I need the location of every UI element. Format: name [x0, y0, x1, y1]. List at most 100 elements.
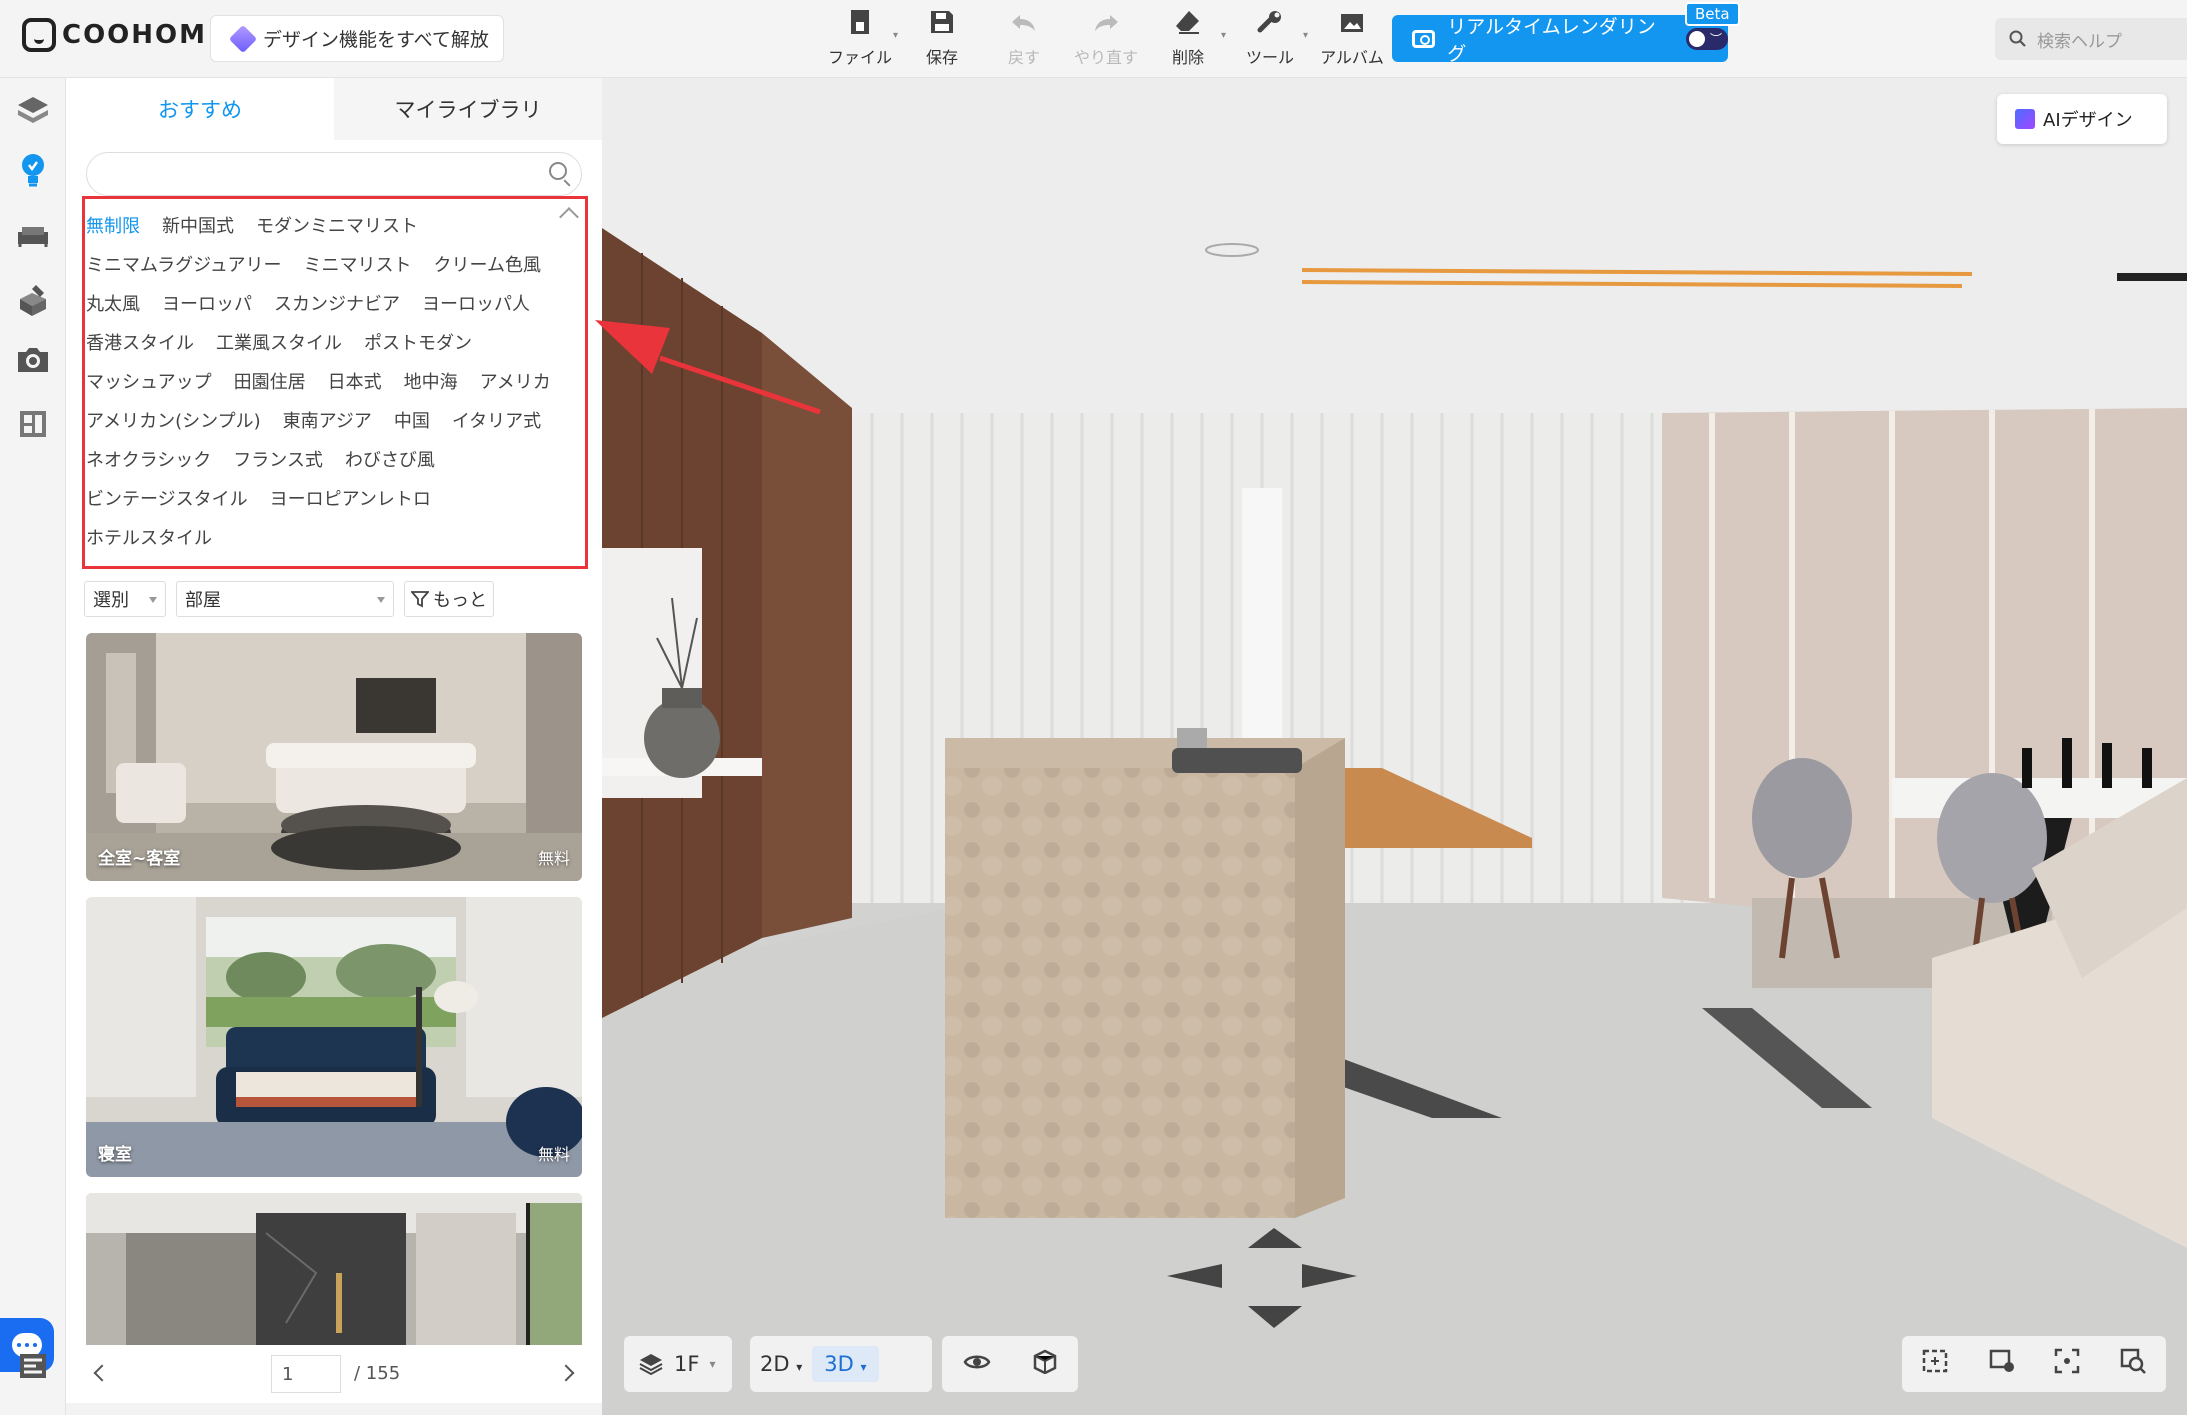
toolbar-album-button[interactable]: アルバム [1312, 8, 1392, 68]
redo-icon [1092, 11, 1120, 42]
undo-icon [1010, 11, 1038, 42]
zoom-search-icon[interactable] [2119, 1347, 2147, 1381]
toolbar-tools-button[interactable]: ツール ▾ [1230, 8, 1310, 68]
unlock-features-label: デザイン機能をすべて解放 [263, 29, 489, 51]
toolbar-save-label: 保存 [925, 48, 958, 67]
help-search-input[interactable]: 検索ヘルプ [1995, 18, 2187, 60]
realtime-render-button[interactable]: リアルタイムレンダリング ︶ [1392, 15, 1728, 65]
file-icon [848, 9, 872, 42]
view-mode-switch: 2D ▾ 3D ▾ [750, 1336, 932, 1392]
toggle-knob [1688, 30, 1705, 47]
logo[interactable]: COOHOM [22, 18, 207, 52]
page-number-input[interactable]: 1 [271, 1355, 341, 1393]
filter-bar: 選別 部屋 もっと [84, 581, 494, 617]
design-card[interactable]: 寝室 無料 [86, 897, 582, 1177]
3d-viewport[interactable]: AIデザイン 1F ▾ 2D ▾ 3D ▾ [602, 78, 2187, 1415]
ai-design-button[interactable]: AIデザイン [1997, 94, 2167, 144]
eraser-icon [1175, 9, 1201, 42]
bathroom-thumbnail [86, 1193, 582, 1345]
toolbar-redo-label: やり直す [1073, 48, 1138, 67]
wrench-icon [1257, 9, 1283, 42]
main-toolbar: ファイル ▾ 保存 戻す やり直す 削除 ▾ ツール ▾ アルバム [820, 8, 1394, 68]
more-filters-label: もっと [433, 590, 487, 611]
toolbar-undo-label: 戻す [1007, 48, 1040, 67]
unlock-features-button[interactable]: デザイン機能をすべて解放 [210, 15, 504, 62]
floor-selector[interactable]: 1F ▾ [624, 1336, 732, 1392]
more-filters-button[interactable]: もっと [404, 581, 494, 617]
toolbar-file-label: ファイル [827, 48, 892, 67]
design-card-badge: 無料 [537, 1145, 570, 1164]
beta-badge: Beta [1685, 2, 1740, 26]
tab-my-library[interactable]: マイライブラリ [334, 78, 602, 140]
sort-select[interactable]: 選別 [84, 581, 166, 617]
toolbar-delete-button[interactable]: 削除 ▾ [1148, 8, 1228, 68]
camera-control-group [1902, 1336, 2166, 1392]
toolbar-delete-label: 削除 [1171, 48, 1204, 67]
chevron-down-icon [377, 597, 385, 603]
cube-icon[interactable] [1032, 1348, 1058, 1380]
ai-design-label: AIデザイン [2043, 110, 2133, 131]
build-tools-icon[interactable] [13, 280, 53, 320]
panel-list-icon[interactable] [13, 1346, 53, 1386]
view-2d-button[interactable]: 2D ▾ [760, 1352, 802, 1376]
chevron-down-icon: ▾ [1220, 30, 1226, 41]
panel-tabs: おすすめ マイライブラリ [66, 78, 602, 140]
help-search-placeholder: 検索ヘルプ [2037, 31, 2122, 52]
view-3d-label: 3D [824, 1352, 854, 1376]
toolbar-undo-button[interactable]: 戻す [984, 8, 1064, 68]
toolbar-album-label: アルバム [1320, 48, 1384, 67]
diamond-icon [228, 24, 258, 53]
eye-closed-icon: ︶ [1709, 31, 1722, 46]
tab-recommended[interactable]: おすすめ [66, 78, 334, 140]
design-card[interactable] [86, 1193, 582, 1345]
chevron-down-icon: ▾ [1302, 30, 1308, 41]
save-icon [929, 9, 955, 42]
focus-target-icon[interactable] [2054, 1348, 2080, 1380]
3d-scene-render [602, 78, 2187, 1415]
design-card[interactable]: 全室~客室 無料 [86, 633, 582, 881]
annotation-arrow [595, 320, 821, 415]
floor-label: 1F [674, 1352, 700, 1376]
sort-select-value: 選別 [93, 590, 129, 611]
camera-icon[interactable] [13, 340, 53, 380]
furniture-sofa-icon[interactable] [13, 216, 53, 256]
chevron-down-icon: ▾ [892, 30, 898, 41]
chevron-left-icon[interactable] [93, 1364, 111, 1382]
floorplan-icon[interactable] [13, 90, 53, 130]
camera-settings-icon[interactable] [1988, 1348, 2016, 1380]
page-total: / 155 [354, 1363, 401, 1384]
realtime-render-toggle[interactable]: ︶ [1685, 27, 1728, 50]
chevron-right-icon[interactable] [557, 1364, 575, 1382]
panel-search-input[interactable] [86, 152, 582, 196]
display-mode-group [942, 1336, 1078, 1392]
room-select-value: 部屋 [185, 590, 221, 611]
view-3d-button[interactable]: 3D ▾ [812, 1346, 879, 1382]
chevron-down-icon: ▾ [709, 1357, 716, 1371]
logo-text: COOHOM [62, 20, 208, 50]
inspiration-bulb-icon[interactable] [13, 150, 53, 190]
toolbar-file-button[interactable]: ファイル ▾ [820, 8, 900, 68]
eye-icon[interactable] [963, 1350, 991, 1378]
view-2d-label: 2D [760, 1352, 790, 1376]
search-icon [2009, 30, 2026, 47]
toolbar-redo-button[interactable]: やり直す [1066, 8, 1146, 68]
toolbar-save-button[interactable]: 保存 [902, 8, 982, 68]
search-icon [549, 162, 567, 180]
album-icon [1338, 11, 1366, 42]
design-card-caption: 全室~客室 [98, 849, 181, 869]
highlight-box [82, 196, 588, 569]
toolbar-tools-label: ツール [1245, 48, 1294, 67]
design-card-badge: 無料 [537, 849, 570, 868]
frame-select-icon[interactable] [1921, 1348, 1949, 1380]
pagination: 1 / 155 [86, 1353, 582, 1395]
chevron-down-icon [149, 597, 157, 603]
left-icon-rail [0, 78, 66, 1415]
design-card-caption: 寝室 [98, 1145, 132, 1165]
filter-funnel-icon [411, 591, 429, 608]
ai-design-icon [2015, 109, 2035, 129]
camera-icon [1412, 29, 1436, 48]
bedroom-thumbnail [86, 897, 582, 1177]
room-select[interactable]: 部屋 [176, 581, 394, 617]
template-icon[interactable] [13, 404, 53, 444]
top-bar: COOHOM デザイン機能をすべて解放 ファイル ▾ 保存 戻す やり直す 削除… [0, 0, 2187, 78]
